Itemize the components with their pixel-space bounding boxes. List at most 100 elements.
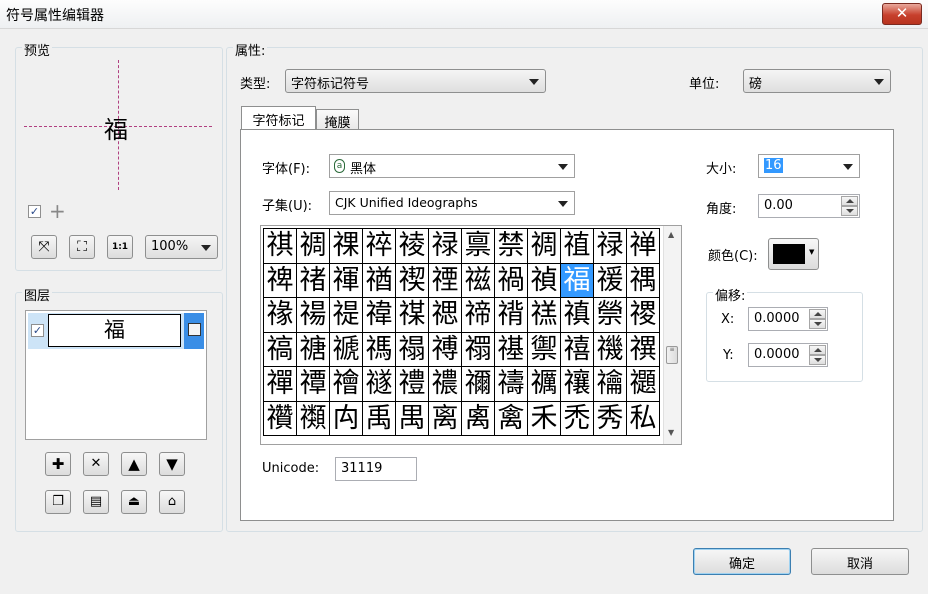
glyph-cell[interactable]: 祺 [264, 229, 297, 264]
glyph-cell[interactable]: 私 [627, 401, 660, 436]
copy-layer-button[interactable]: ❐ [45, 490, 71, 514]
grid-scrollbar[interactable]: ▲ ≡ ▼ [663, 226, 681, 444]
glyph-cell[interactable]: 禬 [330, 367, 363, 402]
glyph-cell[interactable]: 禦 [528, 332, 561, 367]
glyph-cell[interactable]: 禶 [264, 401, 297, 436]
cancel-button[interactable]: 取消 [811, 548, 909, 575]
glyph-cell[interactable]: 禩 [627, 332, 660, 367]
layer-list[interactable]: ✓ 福 [25, 310, 207, 440]
glyph-cell[interactable]: 禂 [528, 229, 561, 264]
type-select[interactable]: 字符标记符号 [285, 69, 546, 93]
add-layer-button[interactable]: ✚ [45, 452, 71, 476]
glyph-cell[interactable]: 禆 [264, 263, 297, 298]
glyph-cell[interactable]: 祾 [396, 229, 429, 264]
glyph-cell[interactable]: 禿 [561, 401, 594, 436]
layer-item[interactable]: ✓ 福 [28, 313, 204, 349]
glyph-cell[interactable]: 禸 [330, 401, 363, 436]
glyph-cell[interactable]: 禄 [429, 229, 462, 264]
glyph-cell[interactable]: 禐 [594, 263, 627, 298]
glyph-cell[interactable]: 禒 [264, 298, 297, 333]
glyph-cell[interactable]: 秀 [594, 401, 627, 436]
glyph-cell[interactable]: 禓 [297, 298, 330, 333]
glyph-cell[interactable]: 禣 [429, 332, 462, 367]
tab-character-marker[interactable]: 字符标记 [241, 106, 316, 130]
glyph-cell[interactable]: 禤 [462, 332, 495, 367]
glyph-cell[interactable]: 禧 [561, 332, 594, 367]
glyph-cell[interactable]: 祽 [363, 229, 396, 264]
glyph-cell[interactable]: 禅 [627, 229, 660, 264]
glyph-cell[interactable]: 禁 [495, 229, 528, 264]
glyph-cell[interactable]: 禲 [528, 367, 561, 402]
glyph-cell[interactable]: 禖 [396, 298, 429, 333]
glyph-cell[interactable]: 禢 [396, 332, 429, 367]
fit-button[interactable]: ⤧ [31, 235, 57, 259]
glyph-cell[interactable]: 祼 [330, 229, 363, 264]
font-select[interactable]: a 黑体 [329, 154, 575, 178]
glyph-cell[interactable]: 禫 [297, 367, 330, 402]
glyph-cell[interactable]: 禎 [528, 263, 561, 298]
glyph-cell[interactable]: 禈 [330, 263, 363, 298]
glyph-cell[interactable]: 禥 [495, 332, 528, 367]
glyph-cell[interactable]: 禡 [363, 332, 396, 367]
glyph-cell[interactable]: 禜 [594, 298, 627, 333]
glyph-cell[interactable]: 禛 [561, 298, 594, 333]
glyph-cell[interactable]: 禙 [495, 298, 528, 333]
glyph-cell[interactable]: 禚 [528, 298, 561, 333]
glyph-cell[interactable]: 禑 [627, 263, 660, 298]
x-offset-field[interactable]: 0.0000 [748, 307, 828, 331]
glyph-cell[interactable]: 禕 [363, 298, 396, 333]
glyph-cell[interactable]: 禌 [462, 263, 495, 298]
import-layer-button[interactable]: ⏏ [121, 490, 147, 514]
glyph-cell[interactable]: 禀 [462, 229, 495, 264]
glyph-cell[interactable]: 禊 [396, 263, 429, 298]
unicode-field[interactable]: 31119 [335, 457, 417, 481]
glyph-cell[interactable]: 禞 [264, 332, 297, 367]
ok-button[interactable]: 确定 [693, 548, 791, 575]
y-spin-down[interactable] [809, 355, 826, 365]
layer-edit-button[interactable] [184, 313, 204, 349]
character-grid[interactable]: 祺禂祼祽祾禄禀禁禂禃禄禅禆禇禈禉禊禋禌禍禎福禐禑禒禓禔禕禖禗禘禙禚禛禜禝禞禟禠禡… [263, 228, 660, 436]
glyph-cell[interactable]: 禗 [429, 298, 462, 333]
zoom-select[interactable]: 100% [145, 235, 218, 259]
y-offset-field[interactable]: 0.0000 [748, 343, 828, 367]
x-spin-down[interactable] [809, 319, 826, 329]
glyph-cell[interactable]: 禱 [495, 367, 528, 402]
glyph-cell[interactable]: 禼 [462, 401, 495, 436]
glyph-cell[interactable]: 禾 [528, 401, 561, 436]
glyph-cell[interactable]: 福 [561, 263, 594, 298]
close-button[interactable]: ✕ [882, 3, 922, 25]
glyph-cell[interactable]: 禯 [429, 367, 462, 402]
glyph-cell[interactable]: 禽 [495, 401, 528, 436]
glyph-cell[interactable]: 禉 [363, 263, 396, 298]
tab-mask[interactable]: 掩膜 [316, 109, 359, 131]
glyph-cell[interactable]: 禟 [297, 332, 330, 367]
glyph-cell[interactable]: 禵 [627, 367, 660, 402]
glyph-cell[interactable]: 禭 [363, 367, 396, 402]
glyph-cell[interactable]: 禪 [264, 367, 297, 402]
tag-layer-button[interactable]: ⌂ [159, 490, 185, 514]
glyph-cell[interactable]: 禠 [330, 332, 363, 367]
glyph-cell[interactable]: 禍 [495, 263, 528, 298]
glyph-cell[interactable]: 禰 [462, 367, 495, 402]
glyph-cell[interactable]: 禹 [363, 401, 396, 436]
glyph-cell[interactable]: 禴 [594, 367, 627, 402]
color-picker[interactable]: ▼ [768, 238, 819, 270]
scroll-down-icon[interactable]: ▼ [668, 428, 674, 437]
glyph-cell[interactable]: 禇 [297, 263, 330, 298]
glyph-cell[interactable]: 离 [429, 401, 462, 436]
glyph-cell[interactable]: 禮 [396, 367, 429, 402]
glyph-cell[interactable]: 禳 [561, 367, 594, 402]
actual-size-button[interactable]: 1:1 [107, 235, 133, 259]
preview-checkbox[interactable]: ✓ [28, 205, 41, 218]
delete-layer-button[interactable]: ✕ [83, 452, 109, 476]
layer-checkbox[interactable]: ✓ [31, 324, 44, 337]
glyph-cell[interactable]: 禔 [330, 298, 363, 333]
size-select[interactable]: 16 [758, 154, 860, 178]
y-spin-up[interactable] [809, 345, 826, 355]
fullscreen-button[interactable]: ⛶ [69, 235, 95, 259]
x-spin-up[interactable] [809, 309, 826, 319]
glyph-cell[interactable]: 禋 [429, 263, 462, 298]
angle-spin-up[interactable] [841, 196, 858, 206]
glyph-cell[interactable]: 禄 [594, 229, 627, 264]
subset-select[interactable]: CJK Unified Ideographs [329, 191, 575, 215]
